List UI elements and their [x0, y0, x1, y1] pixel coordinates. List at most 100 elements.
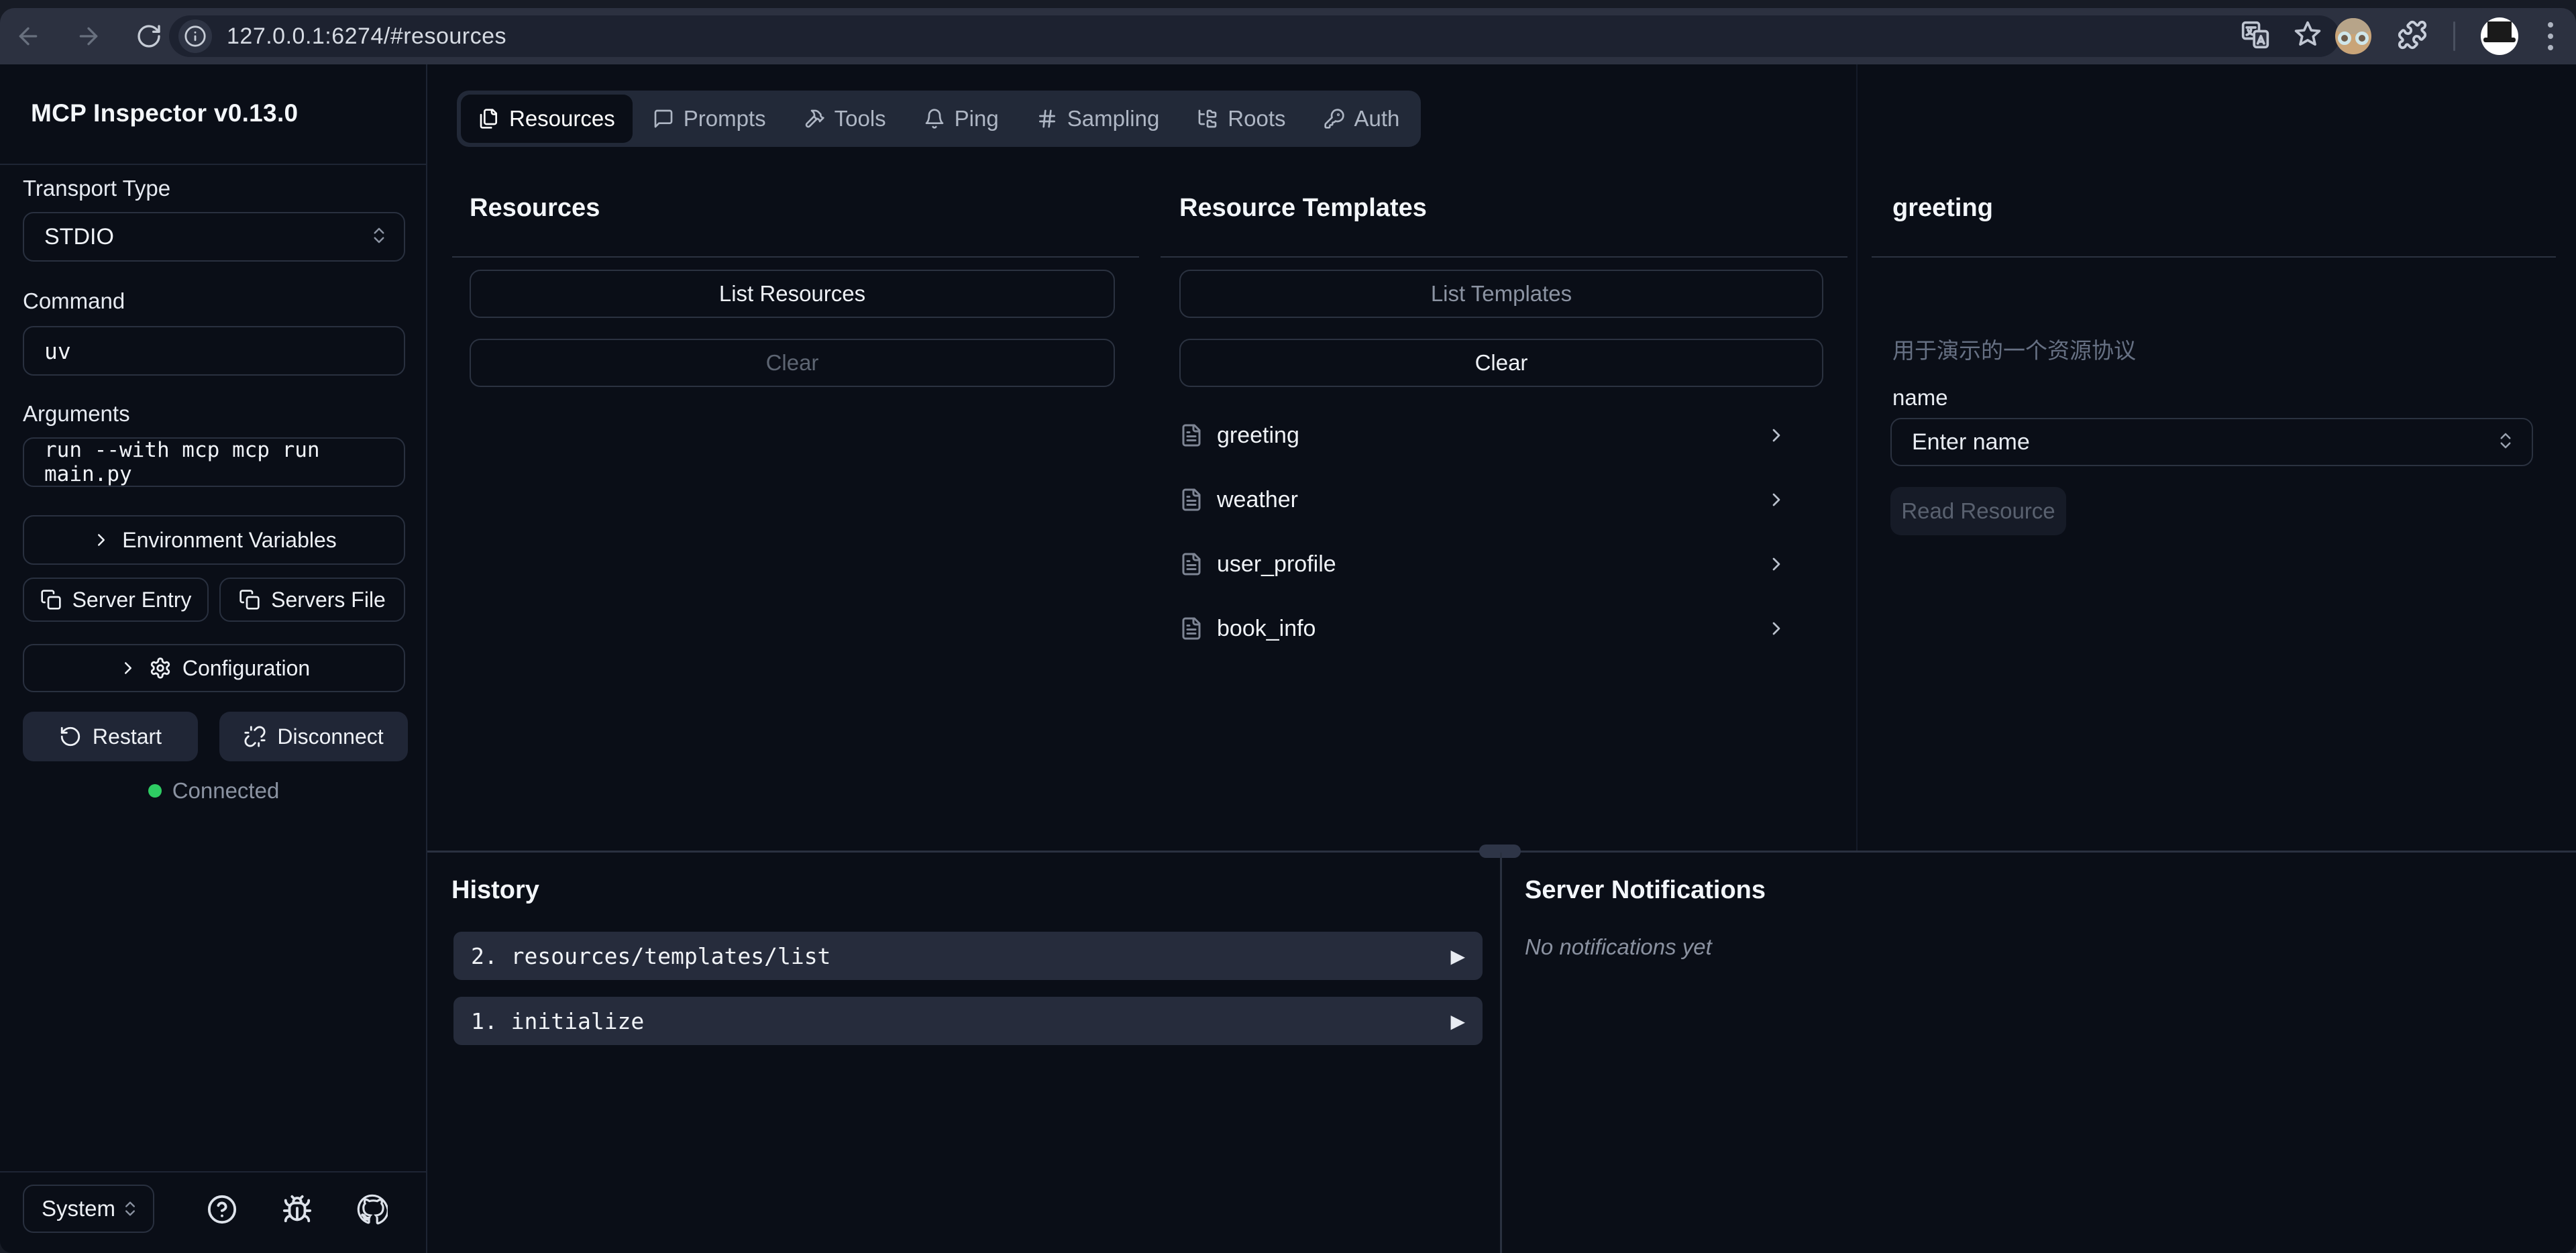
github-icon[interactable] — [357, 1194, 388, 1225]
help-icon[interactable] — [207, 1194, 237, 1225]
template-item-weather[interactable]: weather — [1179, 476, 1823, 524]
expand-play-icon: ▶ — [1450, 945, 1465, 967]
site-info-icon[interactable] — [178, 19, 212, 53]
gear-icon — [149, 657, 172, 679]
chevron-right-icon — [118, 658, 138, 678]
sidebar: MCP Inspector v0.13.0 Transport Type STD… — [0, 64, 427, 1253]
connection-status: Connected — [0, 778, 427, 804]
hash-icon — [1036, 108, 1058, 129]
command-input[interactable]: uv — [23, 326, 405, 376]
chevrons-up-down-icon — [2496, 431, 2516, 454]
translate-icon[interactable] — [2241, 20, 2270, 53]
file-text-icon — [1179, 488, 1203, 512]
copy-icon — [239, 589, 260, 610]
tab-resources[interactable]: Resources — [461, 95, 633, 143]
chevron-right-icon — [1766, 489, 1787, 510]
servers-file-label: Servers File — [271, 588, 386, 612]
history-item-label: 2. resources/templates/list — [471, 943, 830, 969]
tab-sampling[interactable]: Sampling — [1019, 95, 1177, 143]
folder-tree-icon — [1197, 108, 1218, 129]
tab-bar: Resources Prompts Tools Ping Sampling Ro… — [457, 91, 1421, 147]
bottom-panel-divider[interactable] — [1500, 853, 1502, 1253]
forward-icon[interactable] — [74, 21, 103, 51]
profile-avatar[interactable] — [2481, 17, 2518, 55]
restart-icon — [59, 725, 82, 748]
file-text-icon — [1179, 423, 1203, 447]
browser-menu-icon[interactable] — [2544, 18, 2557, 54]
environment-variables-button[interactable]: Environment Variables — [23, 515, 405, 565]
theme-select[interactable]: System — [23, 1185, 154, 1233]
divider — [1161, 256, 1847, 258]
reload-icon[interactable] — [134, 21, 164, 51]
chevron-right-icon — [1766, 618, 1787, 639]
server-entry-label: Server Entry — [72, 588, 192, 612]
disconnect-button[interactable]: Disconnect — [219, 712, 408, 761]
name-input-placeholder: Enter name — [1912, 429, 2030, 455]
transport-type-select[interactable]: STDIO — [23, 212, 405, 262]
tab-prompts[interactable]: Prompts — [635, 95, 784, 143]
panel-divider[interactable] — [1856, 64, 1858, 851]
chevron-right-icon — [1766, 553, 1787, 575]
tab-tools[interactable]: Tools — [786, 95, 904, 143]
list-resources-button[interactable]: List Resources — [470, 270, 1115, 318]
message-square-icon — [653, 108, 674, 129]
clear-resources-button[interactable]: Clear — [470, 339, 1115, 387]
server-entry-button[interactable]: Server Entry — [23, 578, 209, 622]
tab-roots[interactable]: Roots — [1179, 95, 1303, 143]
copy-icon — [40, 589, 62, 610]
list-templates-button[interactable]: List Templates — [1179, 270, 1823, 318]
status-dot — [148, 784, 162, 798]
template-name: book_info — [1217, 616, 1316, 642]
back-icon[interactable] — [13, 21, 43, 51]
name-field-label: name — [1892, 385, 1948, 411]
address-bar[interactable]: 127.0.0.1:6274/#resources — [169, 15, 2340, 57]
history-item-1[interactable]: 1. initialize ▶ — [453, 997, 1483, 1045]
tab-label: Resources — [509, 106, 615, 131]
restart-label: Restart — [93, 724, 162, 749]
history-item-label: 1. initialize — [471, 1008, 644, 1034]
template-name: user_profile — [1217, 551, 1336, 578]
arguments-value: run --with mcp mcp run main.py — [44, 438, 404, 486]
read-resource-button[interactable]: Read Resource — [1890, 487, 2066, 535]
resources-heading: Resources — [470, 194, 600, 223]
theme-value: System — [42, 1196, 115, 1221]
configuration-button[interactable]: Configuration — [23, 644, 405, 692]
browser-toolbar: 127.0.0.1:6274/#resources — [0, 8, 2576, 64]
extension-avatar-icon[interactable] — [2335, 18, 2371, 54]
divider — [452, 256, 1139, 258]
tab-label: Prompts — [684, 106, 766, 131]
environment-variables-label: Environment Variables — [122, 528, 337, 553]
history-item-2[interactable]: 2. resources/templates/list ▶ — [453, 932, 1483, 980]
app-title: MCP Inspector v0.13.0 — [31, 99, 298, 127]
divider — [0, 164, 426, 165]
bug-icon[interactable] — [282, 1194, 313, 1225]
command-label: Command — [23, 288, 125, 314]
tab-label: Roots — [1228, 106, 1285, 131]
name-input[interactable]: Enter name — [1890, 418, 2533, 466]
tab-auth[interactable]: Auth — [1306, 95, 1417, 143]
arguments-input[interactable]: run --with mcp mcp run main.py — [23, 437, 405, 487]
key-icon — [1324, 108, 1345, 129]
chevrons-up-down-icon — [369, 225, 389, 249]
configuration-label: Configuration — [182, 656, 310, 681]
template-item-user-profile[interactable]: user_profile — [1179, 540, 1823, 588]
notifications-empty-text: No notifications yet — [1525, 934, 1712, 960]
file-text-icon — [1179, 552, 1203, 576]
transport-type-value: STDIO — [44, 224, 114, 250]
servers-file-button[interactable]: Servers File — [219, 578, 405, 622]
bookmark-star-icon[interactable] — [2293, 20, 2322, 53]
template-item-book-info[interactable]: book_info — [1179, 604, 1823, 653]
resource-templates-heading: Resource Templates — [1179, 194, 1427, 223]
history-heading: History — [451, 876, 539, 905]
tab-label: Ping — [955, 106, 999, 131]
clear-templates-button[interactable]: Clear — [1179, 339, 1823, 387]
bell-icon — [924, 108, 945, 129]
restart-button[interactable]: Restart — [23, 712, 198, 761]
extensions-puzzle-icon[interactable] — [2397, 19, 2428, 54]
tab-ping[interactable]: Ping — [906, 95, 1016, 143]
divider — [1872, 256, 2556, 258]
template-item-greeting[interactable]: greeting — [1179, 411, 1823, 459]
template-name: greeting — [1217, 423, 1299, 449]
server-notifications-heading: Server Notifications — [1525, 876, 1766, 905]
transport-type-label: Transport Type — [23, 176, 170, 201]
